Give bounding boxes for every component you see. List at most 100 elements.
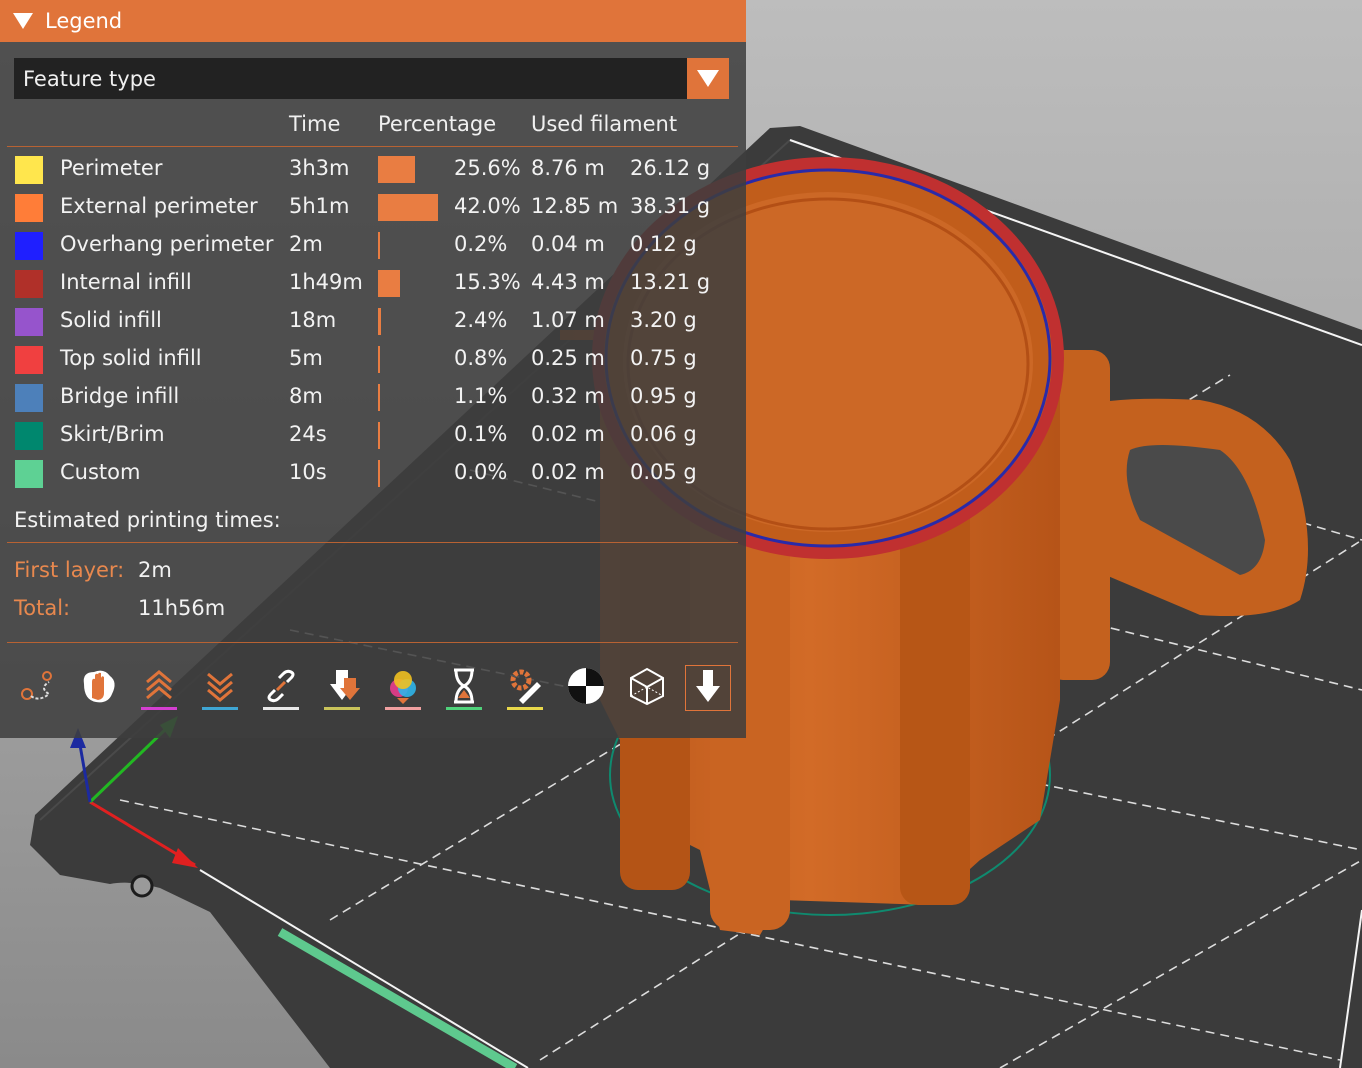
feature-time: 2m <box>289 232 323 256</box>
feature-name: Bridge infill <box>60 384 180 408</box>
percentage-bar <box>378 156 415 183</box>
percentage-bar <box>378 308 381 335</box>
feature-weight: 3.20 g <box>630 308 697 332</box>
feature-weight: 0.95 g <box>630 384 697 408</box>
feature-weight: 38.31 g <box>630 194 711 218</box>
legend-row[interactable]: Top solid infill 5m 0.8% 0.25 m 0.75 g <box>0 342 746 380</box>
legend-row[interactable]: Perimeter 3h3m 25.6% 8.76 m 26.12 g <box>0 152 746 190</box>
toolbar-underline <box>324 707 360 710</box>
toolbar-underline <box>507 707 543 710</box>
feature-time: 3h3m <box>289 156 350 180</box>
legend-header[interactable]: Legend <box>0 0 746 42</box>
bed-hole <box>130 874 154 898</box>
feature-time: 8m <box>289 384 323 408</box>
total-value: 11h56m <box>138 596 226 620</box>
percentage-bar <box>378 384 380 411</box>
view-type-select[interactable]: Feature type <box>14 58 729 99</box>
travel-toggle-button[interactable] <box>15 666 59 710</box>
feature-name: Overhang perimeter <box>60 232 274 256</box>
feature-percentage: 1.1% <box>454 384 508 408</box>
toolbar-divider <box>7 642 738 643</box>
legend-row[interactable]: External perimeter 5h1m 42.0% 12.85 m 38.31 … <box>0 190 746 228</box>
tool-marker-icon <box>688 666 728 710</box>
percentage-bar <box>378 422 380 449</box>
feature-length: 4.43 m <box>531 270 605 294</box>
color-swatch <box>15 232 43 260</box>
feature-weight: 26.12 g <box>630 156 711 180</box>
dropdown-arrow-button[interactable] <box>687 58 729 99</box>
total-label: Total: <box>14 596 71 620</box>
column-header-used-filament: Used filament <box>531 112 678 136</box>
feature-length: 0.04 m <box>531 232 605 256</box>
estimated-times-title: Estimated printing times: <box>14 508 281 532</box>
shells-icon <box>627 666 667 710</box>
feature-weight: 0.05 g <box>630 460 697 484</box>
shells-toggle-button[interactable] <box>625 666 669 710</box>
feature-weight: 13.21 g <box>630 270 711 294</box>
legend-title: Legend <box>45 9 123 33</box>
tool-changes-toggle-button[interactable] <box>320 666 364 710</box>
legend-row[interactable]: Solid infill 18m 2.4% 1.07 m 3.20 g <box>0 304 746 342</box>
feature-name: Skirt/Brim <box>60 422 165 446</box>
view-type-value: Feature type <box>23 66 156 91</box>
feature-time: 5h1m <box>289 194 350 218</box>
travel-icon <box>17 666 57 710</box>
legend-row[interactable]: Skirt/Brim 24s 0.1% 0.02 m 0.06 g <box>0 418 746 456</box>
feature-time: 10s <box>289 460 327 484</box>
legend-panel: Legend Feature type Time Percentage Used… <box>0 0 746 738</box>
feature-percentage: 0.0% <box>454 460 508 484</box>
feature-percentage: 15.3% <box>454 270 521 294</box>
color-changes-toggle-button[interactable] <box>381 666 425 710</box>
feature-time: 1h49m <box>289 270 363 294</box>
tool-changes-icon <box>322 666 362 710</box>
color-swatch <box>15 156 43 184</box>
feature-length: 8.76 m <box>531 156 605 180</box>
feature-name: Perimeter <box>60 156 163 180</box>
legend-row[interactable]: Overhang perimeter 2m 0.2% 0.04 m 0.12 g <box>0 228 746 266</box>
feature-length: 0.25 m <box>531 346 605 370</box>
seams-icon <box>261 666 301 710</box>
legend-row[interactable]: Bridge infill 8m 1.1% 0.32 m 0.95 g <box>0 380 746 418</box>
toolbar-underline <box>141 707 177 710</box>
times-divider <box>7 542 738 543</box>
first-layer-label: First layer: <box>14 558 125 582</box>
column-header-time: Time <box>289 112 341 136</box>
retractions-toggle-button[interactable] <box>137 666 181 710</box>
center-of-gravity-toggle-button[interactable] <box>564 666 608 710</box>
color-swatch <box>15 384 43 412</box>
legend-row[interactable]: Custom 10s 0.0% 0.02 m 0.05 g <box>0 456 746 494</box>
header-divider <box>7 146 738 147</box>
first-layer-value: 2m <box>138 558 172 582</box>
feature-length: 0.32 m <box>531 384 605 408</box>
color-changes-icon <box>383 666 423 710</box>
collapse-triangle-icon[interactable] <box>13 13 33 29</box>
pause-prints-toggle-button[interactable] <box>442 666 486 710</box>
deretractions-toggle-button[interactable] <box>198 666 242 710</box>
feature-percentage: 0.8% <box>454 346 508 370</box>
chevron-down-icon <box>697 70 719 87</box>
percentage-bar <box>378 460 380 487</box>
feature-name: Custom <box>60 460 141 484</box>
column-header-percentage: Percentage <box>378 112 497 136</box>
percentage-bar <box>378 232 380 259</box>
percentage-bar <box>378 346 380 373</box>
color-swatch <box>15 460 43 488</box>
custom-gcodes-toggle-button[interactable] <box>503 666 547 710</box>
feature-weight: 0.06 g <box>630 422 697 446</box>
legend-row[interactable]: Internal infill 1h49m 15.3% 4.43 m 13.21 g <box>0 266 746 304</box>
feature-percentage: 25.6% <box>454 156 521 180</box>
retractions-icon <box>139 666 179 710</box>
feature-weight: 0.12 g <box>630 232 697 256</box>
toolbar-underline <box>446 707 482 710</box>
feature-length: 0.02 m <box>531 460 605 484</box>
tool-marker-toggle-button[interactable] <box>685 665 731 711</box>
feature-percentage: 42.0% <box>454 194 521 218</box>
wipe-toggle-button[interactable] <box>76 666 120 710</box>
feature-time: 24s <box>289 422 327 446</box>
feature-time: 18m <box>289 308 337 332</box>
options-toolbar <box>0 663 746 717</box>
pause-prints-icon <box>444 666 484 710</box>
color-swatch <box>15 346 43 374</box>
feature-length: 1.07 m <box>531 308 605 332</box>
seams-toggle-button[interactable] <box>259 666 303 710</box>
